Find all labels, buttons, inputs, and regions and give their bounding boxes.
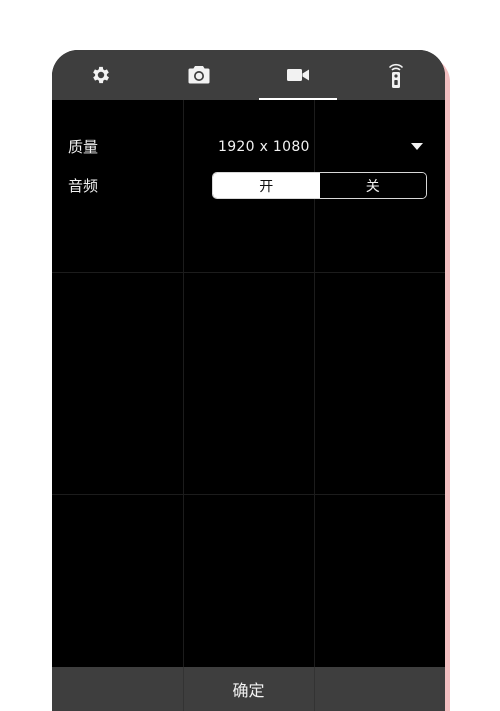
audio-toggle: 开 关 <box>212 172 427 199</box>
audio-on-option[interactable]: 开 <box>213 173 320 198</box>
grid-line-horizontal <box>52 272 445 273</box>
tab-photo[interactable] <box>150 50 248 100</box>
confirm-button[interactable]: 确定 <box>183 667 314 711</box>
bottom-bar: 确定 <box>52 667 445 711</box>
remote-control-icon <box>386 61 406 89</box>
camera-settings-panel: 质量 1920 x 1080 音频 开 关 确定 <box>52 50 445 711</box>
video-camera-icon <box>286 67 310 83</box>
tab-video[interactable] <box>249 50 347 100</box>
grid-line-vertical <box>183 100 184 667</box>
audio-off-option[interactable]: 关 <box>319 173 426 198</box>
camera-icon <box>187 64 211 86</box>
screen: 质量 1920 x 1080 音频 开 关 确定 <box>0 0 500 711</box>
grid-line-horizontal <box>52 494 445 495</box>
bottom-divider <box>314 667 315 711</box>
tab-bar <box>52 50 445 100</box>
quality-value: 1920 x 1080 <box>218 139 310 155</box>
dropdown-arrow-icon[interactable] <box>411 143 423 150</box>
audio-label: 音频 <box>68 177 99 195</box>
quality-label: 质量 <box>68 138 99 156</box>
tab-remote[interactable] <box>347 50 445 100</box>
gear-icon <box>90 64 112 86</box>
tab-general-settings[interactable] <box>52 50 150 100</box>
